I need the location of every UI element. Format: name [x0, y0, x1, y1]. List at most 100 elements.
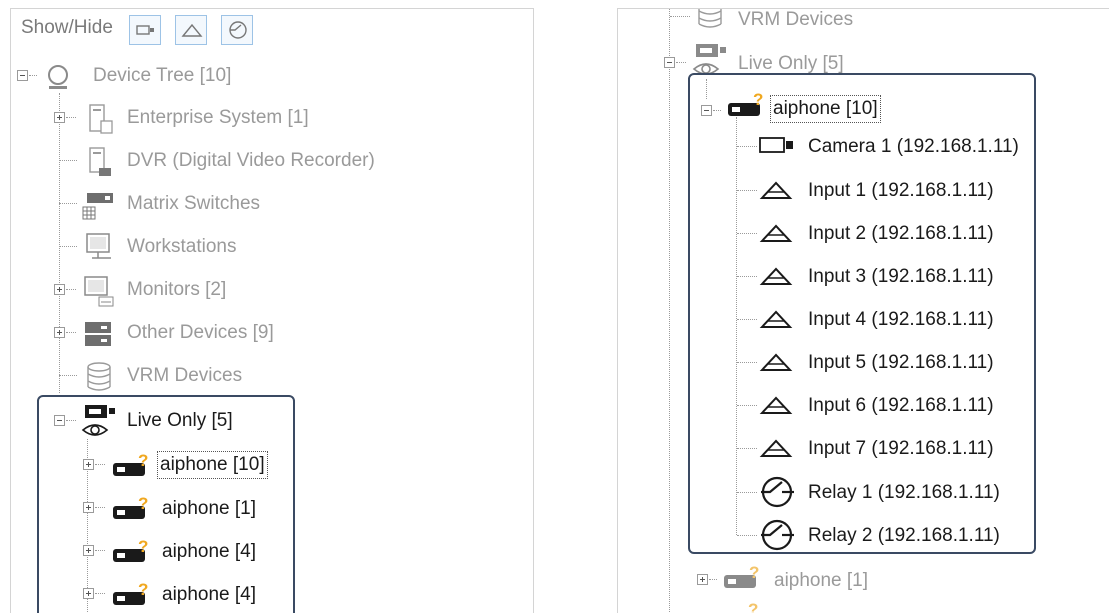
input-label: Input 2 (192.168.1.11) [808, 223, 994, 244]
input-icon [759, 181, 793, 199]
workstation-icon [86, 233, 111, 259]
tree-node-input[interactable]: Input 3 (192.168.1.11) [618, 255, 1108, 295]
expand-toggle[interactable] [54, 284, 65, 295]
input-label: Input 3 (192.168.1.11) [808, 266, 994, 287]
svg-text:?: ? [138, 494, 148, 513]
input-label: Input 7 (192.168.1.11) [808, 438, 994, 459]
tree-node-input[interactable]: Input 2 (192.168.1.11) [618, 212, 1108, 252]
aiphone-label: aiphone [1] [162, 498, 257, 519]
input-icon [759, 224, 793, 242]
enterprise-system-label: Enterprise System [1] [127, 107, 309, 128]
tree-node-aiphone[interactable]: ? aiphone [10] [11, 445, 531, 485]
show-hide-label: Show/Hide [21, 17, 113, 38]
tree-node-device-tree[interactable]: Device Tree [10] [11, 57, 531, 97]
toggle-relays-button[interactable] [221, 15, 253, 45]
expand-toggle[interactable] [54, 327, 65, 338]
tree-node-live-only[interactable]: Live Only [5] [618, 39, 1108, 79]
input-icon [181, 23, 203, 37]
enterprise-server-icon [89, 104, 113, 134]
aiphone-label: aiphone [1] [774, 570, 869, 591]
tree-node-vrm-devices[interactable]: VRM Devices [618, 9, 1108, 36]
tree-node-input[interactable]: Input 5 (192.168.1.11) [618, 341, 1108, 381]
relay-label: Relay 2 (192.168.1.11) [808, 525, 1000, 546]
vrm-devices-label: VRM Devices [127, 365, 243, 386]
expand-toggle[interactable] [83, 588, 94, 599]
camera-icon [759, 137, 793, 153]
live-only-camera-icon [81, 405, 115, 436]
input-label: Input 4 (192.168.1.11) [808, 309, 994, 330]
toggle-cameras-button[interactable] [129, 15, 161, 45]
tree-node-matrix-switches[interactable]: Matrix Switches [11, 185, 531, 225]
aiphone-device-icon: ? [113, 494, 148, 519]
aiphone-device-icon: ? [724, 563, 759, 588]
workstations-label: Workstations [127, 236, 237, 257]
expand-toggle[interactable] [83, 545, 94, 556]
input-icon [759, 439, 793, 457]
svg-text:?: ? [748, 600, 758, 613]
relay-label: Relay 1 (192.168.1.11) [808, 482, 1000, 503]
expand-toggle[interactable] [83, 459, 94, 470]
tree-node-relay[interactable]: Relay 2 (192.168.1.11) [618, 513, 1108, 553]
collapse-toggle[interactable] [664, 57, 675, 68]
aiphone-device-icon: ? [113, 537, 148, 562]
aiphone-label: aiphone [10] [157, 451, 268, 479]
collapse-toggle[interactable] [701, 105, 712, 116]
tree-node-relay[interactable]: Relay 1 (192.168.1.11) [618, 470, 1108, 510]
aiphone-device-icon: ? [113, 451, 148, 476]
input-label: Input 1 (192.168.1.11) [808, 180, 994, 201]
toggle-inputs-button[interactable] [175, 15, 207, 45]
matrix-switch-icon [82, 193, 113, 220]
tree-node-dvr[interactable]: DVR (Digital Video Recorder) [11, 142, 531, 182]
dvr-label: DVR (Digital Video Recorder) [127, 150, 375, 171]
tree-node-input[interactable]: Input 6 (192.168.1.11) [618, 384, 1108, 424]
vrm-storage-icon [698, 9, 722, 28]
device-tree-icon [48, 65, 68, 89]
tree-node-input[interactable]: Input 1 (192.168.1.11) [618, 169, 1108, 209]
tree-node-aiphone[interactable]: ? aiphone [1] [618, 559, 1108, 599]
tree-node-input[interactable]: Input 7 (192.168.1.11) [618, 427, 1108, 467]
live-only-camera-icon [692, 44, 726, 75]
device-tree-panel-right: VRM Devices Live Only [5] ? aiphone [10]… [617, 8, 1109, 613]
tree-node-enterprise-system[interactable]: Enterprise System [1] [11, 99, 531, 139]
tree-node-aiphone[interactable]: ? aiphone [4] [11, 531, 531, 571]
tree-node-input[interactable]: Input 4 (192.168.1.11) [618, 298, 1108, 338]
expand-toggle[interactable] [697, 574, 708, 585]
tree-node-vrm-devices[interactable]: VRM Devices [11, 357, 531, 397]
tree-node-camera[interactable]: Camera 1 (192.168.1.11) [618, 126, 1108, 166]
aiphone-device-icon: ? [113, 580, 148, 605]
input-icon [759, 310, 793, 328]
other-devices-icon [85, 322, 111, 346]
device-tree-panel-left: Show/Hide Device Tree [10] Enterprise Sy… [10, 8, 534, 613]
vrm-devices-label: VRM Devices [738, 9, 854, 30]
dvr-icon [89, 147, 111, 176]
input-label: Input 5 (192.168.1.11) [808, 352, 994, 373]
svg-text:?: ? [138, 580, 148, 599]
device-tree-label: Device Tree [10] [93, 65, 232, 86]
tree-node-aiphone[interactable]: ? aiphone [4] [11, 574, 531, 613]
live-only-label: Live Only [5] [738, 53, 844, 74]
aiphone-badge-icon: ? [748, 600, 758, 613]
tree-node-aiphone[interactable]: ? aiphone [1] [11, 488, 531, 528]
tree-node-monitors[interactable]: Monitors [2] [11, 271, 531, 311]
matrix-switches-label: Matrix Switches [127, 193, 261, 214]
svg-text:?: ? [138, 537, 148, 556]
aiphone-label: aiphone [4] [162, 584, 257, 605]
svg-text:?: ? [138, 451, 148, 470]
collapse-toggle[interactable] [54, 415, 65, 426]
expand-toggle[interactable] [83, 502, 94, 513]
input-icon [759, 267, 793, 285]
input-icon [759, 396, 793, 414]
svg-text:?: ? [749, 563, 759, 582]
tree-node-live-only[interactable]: Live Only [5] [11, 400, 531, 440]
aiphone-selected-label: aiphone [10] [770, 95, 881, 123]
vrm-storage-icon [87, 362, 111, 391]
tree-node-other-devices[interactable]: Other Devices [9] [11, 314, 531, 354]
relay-icon [229, 21, 247, 39]
input-label: Input 6 (192.168.1.11) [808, 395, 994, 416]
tree-node-workstations[interactable]: Workstations [11, 228, 531, 268]
toolbar: Show/Hide [11, 9, 533, 49]
relay-icon [761, 519, 794, 551]
expand-toggle[interactable] [54, 112, 65, 123]
tree-node-aiphone-selected[interactable]: ? aiphone [10] [618, 85, 1108, 125]
collapse-toggle[interactable] [17, 70, 28, 81]
